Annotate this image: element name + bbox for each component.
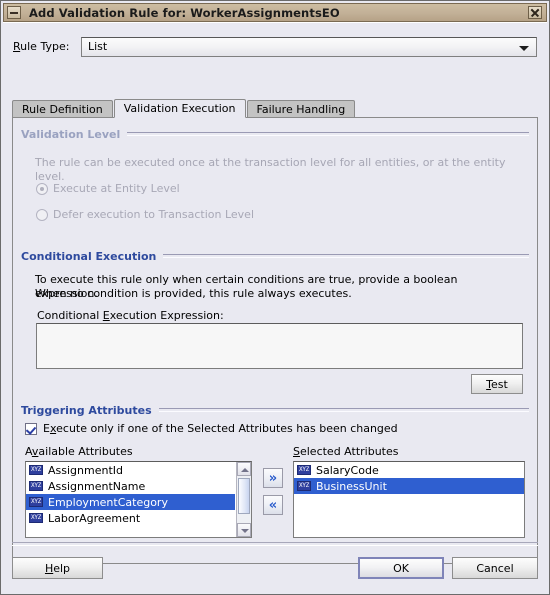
list-item[interactable]: XYZ EmploymentCategory [26,494,235,510]
xyz-attribute-icon: XYZ [297,465,311,475]
list-item[interactable]: XYZ SalaryCode [294,462,524,478]
available-attributes-list[interactable]: XYZ AssignmentId XYZ AssignmentName XYZ … [25,461,252,538]
footer-divider [12,542,538,546]
cancel-button-label: Cancel [476,561,514,575]
available-list-scrollbar[interactable] [236,462,251,537]
xyz-attribute-icon: XYZ [29,497,43,507]
list-item-label: AssignmentId [48,463,123,477]
help-button-label: Help [44,561,71,575]
test-button[interactable]: Test [471,374,523,394]
xyz-attribute-icon: XYZ [29,465,43,475]
radio-label: Defer execution to Transaction Level [53,208,254,221]
section-divider [127,132,529,136]
tab-strip: Rule Definition Validation Execution Fai… [12,99,538,118]
test-button-label: Test [486,377,508,391]
chevron-down-icon [519,45,529,51]
radio-execute-at-entity-level[interactable]: Execute at Entity Level [36,182,180,195]
scroll-up-icon[interactable] [237,462,251,476]
dialog-window: Add Validation Rule for: WorkerAssignmen… [0,0,550,595]
scroll-down-icon[interactable] [237,523,251,537]
help-button[interactable]: Help [12,557,103,579]
cancel-button[interactable]: Cancel [452,557,538,579]
checkbox-icon [25,422,37,435]
list-item-label: AssignmentName [48,479,146,493]
selected-attributes-label: Selected Attributes [293,445,399,458]
validation-execution-panel: Validation Level The rule can be execute… [12,117,538,564]
validation-level-title: Validation Level [21,127,121,141]
xyz-attribute-icon: XYZ [29,481,43,491]
list-item-label: LaborAgreement [48,511,141,525]
ok-button[interactable]: OK [358,557,444,579]
title-bar: Add Validation Rule for: WorkerAssignmen… [3,3,547,22]
conditional-expression-input[interactable] [36,323,523,369]
close-icon[interactable] [528,6,542,19]
dialog-footer: Help OK Cancel [3,542,547,592]
radio-icon [36,182,48,195]
rule-type-value: List [88,40,108,53]
add-attribute-button[interactable]: » [263,468,283,488]
xyz-attribute-icon: XYZ [297,481,311,491]
list-item[interactable]: XYZ BusinessUnit [294,478,524,494]
triggering-attributes-title: Triggering Attributes [21,403,152,417]
tab-rule-definition[interactable]: Rule Definition [12,100,113,118]
xyz-attribute-icon: XYZ [29,513,43,523]
window-title: Add Validation Rule for: WorkerAssignmen… [29,5,340,20]
selected-attributes-list[interactable]: XYZ SalaryCode XYZ BusinessUnit [293,461,525,538]
list-item-label: SalaryCode [316,463,379,477]
minimize-icon[interactable] [7,6,21,19]
rule-type-select[interactable]: List [81,36,537,57]
radio-defer-to-transaction-level[interactable]: Defer execution to Transaction Level [36,208,254,221]
section-divider [163,254,529,258]
conditional-execution-header: Conditional Execution [21,249,529,263]
scrollbar-thumb[interactable] [238,478,250,514]
conditional-execution-title: Conditional Execution [21,249,157,263]
expression-label: Conditional Execution Expression: [37,309,224,322]
dialog-body: Rule Type: List Rule Definition Validati… [3,22,547,592]
execute-only-if-changed-checkbox[interactable]: Execute only if one of the Selected Attr… [25,422,398,435]
list-item-label: BusinessUnit [316,479,387,493]
list-item[interactable]: XYZ LaborAgreement [26,510,235,526]
double-chevron-right-icon: » [268,470,278,486]
list-item-label: EmploymentCategory [48,495,168,509]
radio-icon [36,208,48,221]
list-item[interactable]: XYZ AssignmentName [26,478,235,494]
double-chevron-left-icon: « [268,497,278,513]
list-item[interactable]: XYZ AssignmentId [26,462,235,478]
available-attributes-label: Available Attributes [25,445,133,458]
triggering-attributes-header: Triggering Attributes [21,403,529,417]
checkbox-label: Execute only if one of the Selected Attr… [43,422,398,435]
section-divider [158,408,529,412]
tab-validation-execution[interactable]: Validation Execution [113,99,246,118]
radio-label: Execute at Entity Level [53,182,180,195]
conditional-execution-description-2: When no condition is provided, this rule… [35,287,352,300]
remove-attribute-button[interactable]: « [263,495,283,515]
validation-level-description: The rule can be executed once at the tra… [35,156,506,183]
rule-type-label: Rule Type: [13,40,70,53]
validation-level-header: Validation Level [21,127,529,141]
ok-button-label: OK [393,561,409,575]
tab-failure-handling[interactable]: Failure Handling [246,100,356,118]
rule-type-row: Rule Type: List [13,36,537,57]
